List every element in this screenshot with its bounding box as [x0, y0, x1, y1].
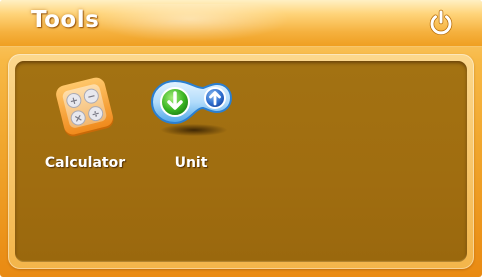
power-icon [429, 9, 453, 36]
tools-panel-frame: + − × ÷ Calculator Unit [8, 54, 474, 269]
page-title: Tools [31, 7, 100, 33]
power-button[interactable] [426, 8, 456, 38]
header-bar: Tools [0, 0, 482, 47]
tools-panel: + − × ÷ Calculator Unit [15, 61, 467, 262]
unit-tool[interactable]: Unit [141, 61, 241, 176]
calculator-icon: + − × ÷ [56, 77, 114, 137]
unit-label: Unit [174, 155, 208, 171]
unit-converter-icon [150, 79, 233, 125]
tools-screen: Tools + − × ÷ Calculator Unit [0, 0, 482, 277]
calculator-label: Calculator [44, 155, 126, 171]
calculator-tool[interactable]: + − × ÷ Calculator [35, 61, 135, 176]
